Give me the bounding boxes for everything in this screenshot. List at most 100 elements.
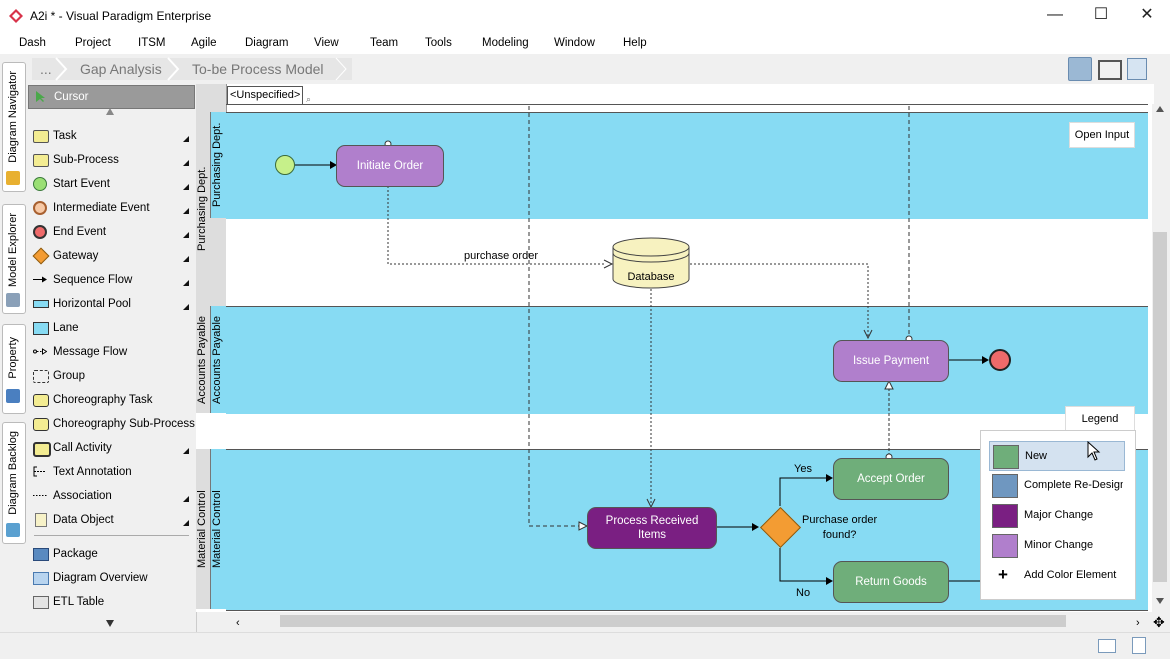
menu-diagram[interactable]: Diagram: [245, 37, 288, 49]
menu-itsm[interactable]: ITSM: [138, 37, 165, 49]
palette-start-event[interactable]: Start Event: [28, 173, 193, 195]
menu-help[interactable]: Help: [623, 37, 647, 49]
vertical-scrollbar[interactable]: [1152, 104, 1168, 612]
scroll-down-icon[interactable]: [1156, 598, 1164, 604]
horizontal-scrollbar[interactable]: ‹ ›: [228, 612, 1152, 630]
text-annotation-icon: [33, 466, 46, 477]
more-options-icon[interactable]: [183, 304, 189, 310]
more-options-icon[interactable]: [183, 496, 189, 502]
more-options-icon[interactable]: [183, 280, 189, 286]
flow-label-yes: Yes: [794, 463, 812, 475]
palette-data-object[interactable]: Data Object: [28, 509, 193, 531]
task-process-received-items[interactable]: Process Received Items: [587, 507, 717, 549]
legend-label: Add Color Element: [1024, 569, 1117, 581]
pan-icon[interactable]: ✥: [1153, 614, 1165, 631]
more-options-icon[interactable]: [183, 208, 189, 214]
close-button[interactable]: ✕: [1124, 0, 1170, 32]
tab-property[interactable]: Property: [2, 324, 26, 414]
task-return-goods[interactable]: Return Goods: [833, 561, 949, 603]
more-options-icon[interactable]: [183, 232, 189, 238]
menu-view[interactable]: View: [314, 37, 339, 49]
palette-choreography-sub-process[interactable]: Choreography Sub-Process: [28, 413, 195, 435]
palette-label: Choreography Sub-Process: [53, 418, 195, 430]
sub-process-icon: [33, 154, 49, 167]
legend-swatch: [992, 504, 1018, 528]
palette-label: Sub-Process: [53, 154, 119, 166]
tab-diagram-navigator[interactable]: Diagram Navigator: [2, 62, 26, 192]
tab-model-explorer[interactable]: Model Explorer: [2, 204, 26, 314]
menu-window[interactable]: Window: [554, 37, 595, 49]
palette-end-event[interactable]: End Event: [28, 221, 193, 243]
palette-group[interactable]: Group: [28, 365, 193, 387]
menu-modeling[interactable]: Modeling: [482, 37, 529, 49]
palette-intermediate-event[interactable]: Intermediate Event: [28, 197, 193, 219]
more-options-icon[interactable]: [183, 256, 189, 262]
menu-agile[interactable]: Agile: [191, 37, 217, 49]
mail-icon[interactable]: [1098, 639, 1116, 653]
legend-item-complete-redesign[interactable]: Complete Re-Design: [989, 471, 1123, 499]
palette-sequence-flow[interactable]: Sequence Flow: [28, 269, 193, 291]
palette-label: End Event: [53, 226, 107, 238]
palette-etl-table[interactable]: ETL Table: [28, 591, 193, 613]
title-bar: A2i * - Visual Paradigm Enterprise — ☐ ✕: [0, 0, 1170, 32]
palette-association[interactable]: Association: [28, 485, 193, 507]
explorer-icon: [6, 293, 20, 307]
end-event[interactable]: [989, 349, 1011, 371]
vertical-scroll-thumb[interactable]: [1153, 232, 1167, 582]
palette-label: Start Event: [53, 178, 110, 190]
menu-project[interactable]: Project: [75, 37, 111, 49]
palette-lane[interactable]: Lane: [28, 317, 193, 339]
choreography-sub-process-icon: [33, 418, 49, 431]
more-options-icon[interactable]: [183, 136, 189, 142]
scroll-down-arrow-icon[interactable]: [106, 620, 114, 627]
more-options-icon[interactable]: [183, 184, 189, 190]
horizontal-scroll-thumb[interactable]: [280, 615, 1066, 627]
scroll-right-icon[interactable]: ›: [1136, 617, 1140, 629]
palette-choreography-task[interactable]: Choreography Task: [28, 389, 193, 411]
legend-item-new[interactable]: New: [989, 441, 1125, 471]
etl-table-icon: [33, 596, 49, 609]
legend-add-color-element[interactable]: + Add Color Element: [989, 561, 1123, 589]
palette-label: Association: [53, 490, 112, 502]
mouse-pointer-icon: [1087, 441, 1101, 461]
start-event[interactable]: [275, 155, 295, 175]
task-issue-payment[interactable]: Issue Payment: [833, 340, 949, 382]
menu-bar: Dash Project ITSM Agile Diagram View Tea…: [0, 32, 1170, 54]
task-initiate-order[interactable]: Initiate Order: [336, 145, 444, 187]
end-event-icon: [33, 225, 47, 239]
more-options-icon[interactable]: [183, 448, 189, 454]
open-input-button[interactable]: Open Input: [1069, 122, 1135, 148]
legend-item-minor-change[interactable]: Minor Change: [989, 531, 1123, 559]
more-options-icon[interactable]: [183, 520, 189, 526]
scroll-left-icon[interactable]: ‹: [236, 617, 240, 629]
palette-package[interactable]: Package: [28, 543, 193, 565]
palette-sub-process[interactable]: Sub-Process: [28, 149, 193, 171]
fit-view-icon[interactable]: [1098, 60, 1122, 80]
start-event-icon: [33, 177, 47, 191]
palette-task[interactable]: Task: [28, 125, 193, 147]
palette-message-flow[interactable]: Message Flow: [28, 341, 193, 363]
task-accept-order[interactable]: Accept Order: [833, 458, 949, 500]
more-options-icon[interactable]: [183, 160, 189, 166]
plus-icon: +: [998, 565, 1008, 584]
notes-icon[interactable]: [1132, 637, 1146, 654]
palette-diagram-overview[interactable]: Diagram Overview: [28, 567, 193, 589]
scroll-up-arrow-icon[interactable]: [106, 108, 114, 115]
diagram-overview-icon: [33, 572, 49, 585]
diagram-settings-icon[interactable]: [1127, 58, 1147, 80]
palette-call-activity[interactable]: Call Activity: [28, 437, 193, 459]
maximize-button[interactable]: ☐: [1078, 0, 1124, 32]
palette-gateway[interactable]: Gateway: [28, 245, 193, 267]
tab-diagram-backlog[interactable]: Diagram Backlog: [2, 422, 26, 544]
menu-tools[interactable]: Tools: [425, 37, 452, 49]
megaphone-icon[interactable]: [1068, 57, 1092, 81]
palette-text-annotation[interactable]: Text Annotation: [28, 461, 193, 483]
minimize-button[interactable]: —: [1032, 0, 1078, 32]
palette-horizontal-pool[interactable]: Horizontal Pool: [28, 293, 193, 315]
menu-team[interactable]: Team: [370, 37, 398, 49]
menu-dash[interactable]: Dash: [19, 37, 46, 49]
scroll-up-icon[interactable]: [1156, 106, 1164, 112]
legend-item-major-change[interactable]: Major Change: [989, 501, 1123, 529]
palette-cursor[interactable]: Cursor: [28, 85, 195, 109]
legend-label: Complete Re-Design: [1024, 479, 1123, 491]
